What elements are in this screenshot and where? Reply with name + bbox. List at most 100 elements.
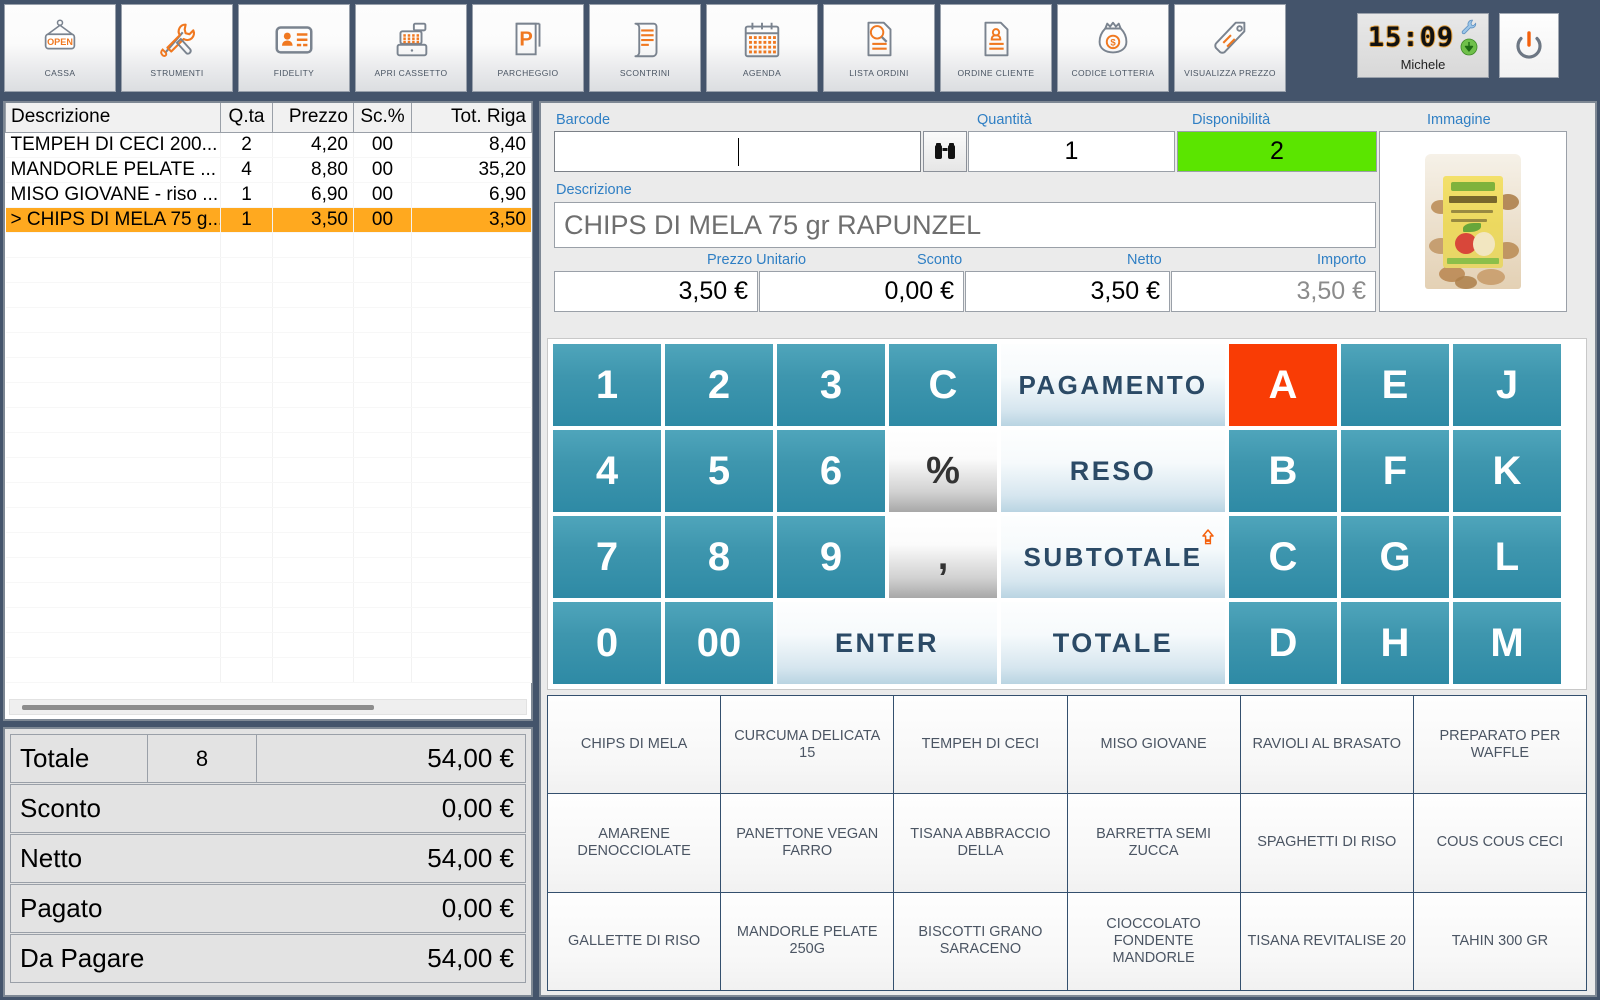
toolbar-button-fidelity[interactable]: FIDELITY	[238, 4, 350, 92]
table-row-empty[interactable]	[5, 357, 532, 383]
table-row[interactable]: > CHIPS DI MELA 75 g... 1 3,50 00 3,50	[5, 207, 532, 233]
download-arrow-icon[interactable]	[1460, 38, 1478, 56]
key-symbol[interactable]: %	[888, 429, 998, 513]
toolbar-button-lista-ordini[interactable]: LISTA ORDINI	[823, 4, 935, 92]
product-tile[interactable]: CURCUMA DELICATA 15	[721, 696, 894, 794]
product-tile[interactable]: AMARENE DENOCCIOLATE	[548, 794, 721, 892]
table-row-empty[interactable]	[5, 507, 532, 533]
wrench-icon[interactable]	[1460, 18, 1478, 36]
column-header-sconto-pct[interactable]: Sc.%	[353, 103, 412, 133]
product-tile[interactable]: CHIPS DI MELA	[548, 696, 721, 794]
key-k[interactable]: K	[1452, 429, 1562, 513]
key-0[interactable]: 0	[552, 601, 662, 685]
toolbar-button-strumenti[interactable]: STRUMENTI	[121, 4, 233, 92]
product-tile[interactable]: BISCOTTI GRANO SARACENO	[894, 892, 1067, 990]
search-button[interactable]	[923, 131, 967, 172]
product-tile[interactable]: CIOCCOLATO FONDENTE MANDORLE	[1067, 892, 1240, 990]
column-header-tot-riga[interactable]: Tot. Riga	[411, 103, 532, 133]
toolbar-button-agenda[interactable]: AGENDA	[706, 4, 818, 92]
table-row-empty[interactable]	[5, 257, 532, 283]
toolbar-button-scontrini[interactable]: SCONTRINI	[589, 4, 701, 92]
receipt-horizontal-scrollbar[interactable]	[9, 699, 527, 715]
key-d[interactable]: D	[1228, 601, 1338, 685]
key-e[interactable]: E	[1340, 343, 1450, 427]
key-5[interactable]: 5	[664, 429, 774, 513]
table-row-empty[interactable]	[5, 582, 532, 608]
product-tile[interactable]: COUS COUS CECI	[1413, 794, 1586, 892]
column-header-descrizione[interactable]: Descrizione	[5, 103, 221, 133]
quantita-input[interactable]: 1	[968, 131, 1175, 172]
scrollbar-thumb[interactable]	[22, 705, 374, 710]
product-tile[interactable]: TISANA ABBRACCIO DELLA	[894, 794, 1067, 892]
key-c[interactable]: C	[1228, 515, 1338, 599]
product-tile[interactable]: BARRETTA SEMI ZUCCA	[1067, 794, 1240, 892]
toolbar-button-ordine-cliente[interactable]: ORDINE CLIENTE	[940, 4, 1052, 92]
table-row-empty[interactable]	[5, 432, 532, 458]
key-00[interactable]: 00	[664, 601, 774, 685]
key-g[interactable]: G	[1340, 515, 1450, 599]
key-enter[interactable]: ENTER	[776, 601, 998, 685]
barcode-input[interactable]	[554, 131, 921, 172]
key-3[interactable]: 3	[776, 343, 886, 427]
table-row-empty[interactable]	[5, 407, 532, 433]
table-row-empty[interactable]	[5, 557, 532, 583]
key-c[interactable]: C	[888, 343, 998, 427]
product-tile[interactable]: GALLETTE DI RISO	[548, 892, 721, 990]
key-2[interactable]: 2	[664, 343, 774, 427]
table-row-empty[interactable]	[5, 482, 532, 508]
sconto-input[interactable]: 0,00 €	[759, 271, 964, 312]
key-8[interactable]: 8	[664, 515, 774, 599]
table-row-empty[interactable]	[5, 382, 532, 408]
netto-input[interactable]: 3,50 €	[965, 271, 1170, 312]
key-l[interactable]: L	[1452, 515, 1562, 599]
table-row-empty[interactable]	[5, 532, 532, 558]
product-tile[interactable]: MISO GIOVANE	[1067, 696, 1240, 794]
product-tile[interactable]: PANETTONE VEGAN FARRO	[721, 794, 894, 892]
toolbar-button-visualizza-prezzo[interactable]: VISUALIZZA PREZZO	[1174, 4, 1286, 92]
product-tile[interactable]: TAHIN 300 GR	[1413, 892, 1586, 990]
key-totale[interactable]: TOTALE	[1000, 601, 1226, 685]
product-tile[interactable]: MANDORLE PELATE 250G	[721, 892, 894, 990]
key-6[interactable]: 6	[776, 429, 886, 513]
key-4[interactable]: 4	[552, 429, 662, 513]
descrizione-input[interactable]: CHIPS DI MELA 75 gr RAPUNZEL	[554, 202, 1376, 248]
toolbar-button-parcheggio[interactable]: P PARCHEGGIO	[472, 4, 584, 92]
key-f[interactable]: F	[1340, 429, 1450, 513]
key-h[interactable]: H	[1340, 601, 1450, 685]
product-tile[interactable]: TEMPEH DI CECI	[894, 696, 1067, 794]
table-row-empty[interactable]	[5, 457, 532, 483]
key-7[interactable]: 7	[552, 515, 662, 599]
toolbar-button-codice-lotteria[interactable]: $ CODICE LOTTERIA	[1057, 4, 1169, 92]
column-header-prezzo[interactable]: Prezzo	[272, 103, 354, 133]
table-row[interactable]: TEMPEH DI CECI 200... 2 4,20 00 8,40	[5, 132, 532, 158]
column-header-qta[interactable]: Q.ta	[220, 103, 273, 133]
table-row-empty[interactable]	[5, 232, 532, 258]
key-m[interactable]: M	[1452, 601, 1562, 685]
key-9[interactable]: 9	[776, 515, 886, 599]
table-row[interactable]: MISO GIOVANE - riso ... 1 6,90 00 6,90	[5, 182, 532, 208]
key-symbol[interactable]: ,	[888, 515, 998, 599]
key-b[interactable]: B	[1228, 429, 1338, 513]
product-tile[interactable]: RAVIOLI AL BRASATO	[1240, 696, 1413, 794]
prezzo-unitario-input[interactable]: 3,50 €	[554, 271, 758, 312]
table-row-empty[interactable]	[5, 332, 532, 358]
power-button[interactable]	[1499, 13, 1559, 78]
product-tile[interactable]: SPAGHETTI DI RISO	[1240, 794, 1413, 892]
key-pagamento[interactable]: PAGAMENTO	[1000, 343, 1226, 427]
table-row-empty[interactable]	[5, 282, 532, 308]
toolbar-button-cassa[interactable]: OPEN CASSA	[4, 4, 116, 92]
table-row-empty[interactable]	[5, 307, 532, 333]
label-importo: Importo	[1317, 252, 1367, 268]
product-tile[interactable]: TISANA REVITALISE 20	[1240, 892, 1413, 990]
key-j[interactable]: J	[1452, 343, 1562, 427]
table-row-empty[interactable]	[5, 607, 532, 633]
key-a[interactable]: A	[1228, 343, 1338, 427]
table-row[interactable]: MANDORLE PELATE ... 4 8,80 00 35,20	[5, 157, 532, 183]
key-subtotale[interactable]: SUBTOTALE	[1000, 515, 1226, 599]
table-row-empty[interactable]	[5, 632, 532, 658]
product-tile[interactable]: PREPARATO PER WAFFLE	[1413, 696, 1586, 794]
key-reso[interactable]: RESO	[1000, 429, 1226, 513]
toolbar-button-apri-cassetto[interactable]: APRI CASSETTO	[355, 4, 467, 92]
table-row-empty[interactable]	[5, 657, 532, 683]
key-1[interactable]: 1	[552, 343, 662, 427]
